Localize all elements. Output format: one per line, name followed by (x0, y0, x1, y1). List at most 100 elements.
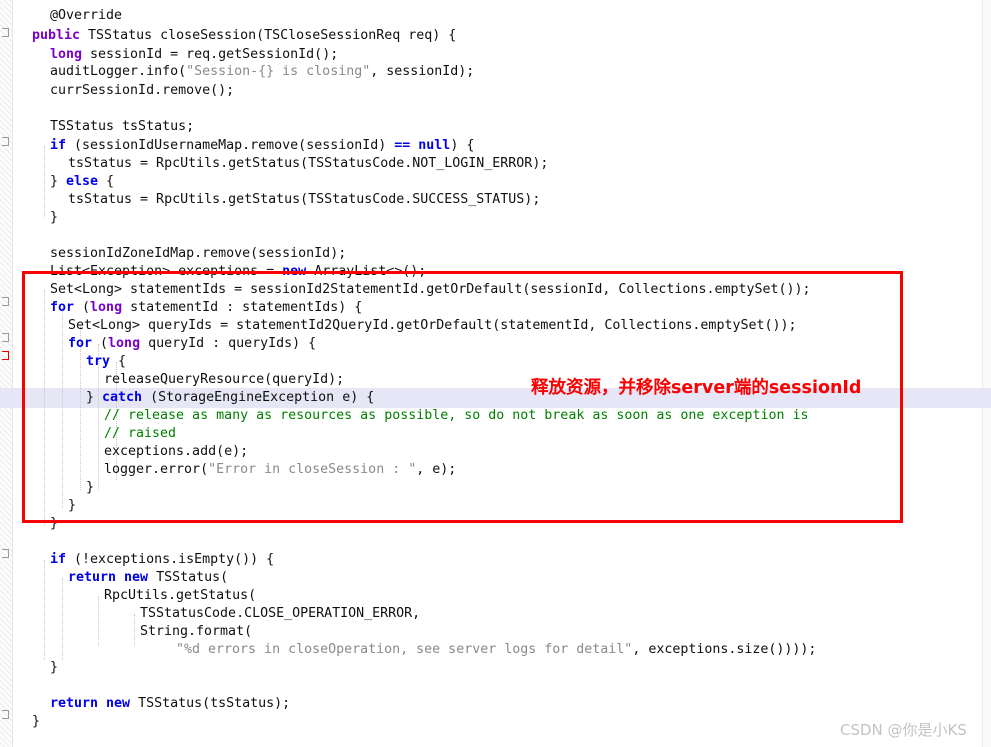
code-token: // release as many as resources as possi… (104, 408, 809, 423)
code-token: statementId : statementIds) { (130, 300, 363, 315)
code-token: long (108, 336, 149, 351)
annotation-label: 释放资源，并移除server端的sessionId (531, 378, 862, 398)
code-token: (!exceptions.isEmpty()) { (74, 552, 275, 567)
code-token: TSStatus(tsStatus); (138, 696, 291, 711)
code-token: try (86, 354, 119, 369)
code-token: Set<Long> statementIds = sessionId2State… (50, 282, 811, 297)
code-token: String.format( (140, 624, 253, 639)
code-line[interactable]: return new TSStatus( (68, 568, 228, 588)
code-token: (StorageEngineException e) { (150, 390, 375, 405)
code-token: Set<Long> queryIds = statementId2QueryId… (68, 318, 797, 333)
code-token: } (32, 714, 41, 729)
code-token: } (50, 660, 59, 675)
code-line[interactable]: } (86, 478, 94, 498)
fold-marker-icon[interactable] (2, 333, 9, 342)
code-line[interactable]: } (50, 658, 58, 678)
fold-marker-icon[interactable] (2, 137, 9, 146)
fold-marker-icon[interactable] (2, 710, 9, 719)
code-token: TSStatusCode.CLOSE_OPERATION_ERROR, (140, 606, 421, 621)
code-line[interactable]: // raised (104, 424, 176, 444)
code-token: long (90, 300, 131, 315)
code-token: return new (50, 696, 139, 711)
code-line[interactable]: for (long queryId : queryIds) { (68, 334, 316, 354)
fold-marker-icon[interactable] (2, 351, 9, 360)
code-token: new (282, 264, 315, 279)
code-line[interactable]: RpcUtils.getStatus( (104, 586, 256, 606)
editor-gutter[interactable] (0, 0, 13, 747)
code-line[interactable]: sessionIdZoneIdMap.remove(sessionId); (50, 244, 346, 264)
code-line[interactable]: Set<Long> statementIds = sessionId2State… (50, 280, 811, 300)
code-token: (sessionIdUsernameMap.remove(sessionId) (74, 138, 395, 153)
code-token: RpcUtils.getStatus( (104, 588, 257, 603)
code-token: for (68, 336, 101, 351)
code-line[interactable]: List<Exception> exceptions = new ArrayLi… (50, 262, 426, 282)
code-token: ArrayList<>(); (314, 264, 427, 279)
code-token: logger.error( (104, 462, 209, 477)
code-line[interactable]: } catch (StorageEngineException e) { (86, 388, 374, 408)
code-line[interactable]: logger.error("Error in closeSession : ",… (104, 460, 456, 480)
code-token: long (50, 47, 91, 62)
code-token: public (32, 28, 89, 43)
code-token: } (86, 480, 95, 495)
code-line[interactable]: tsStatus = RpcUtils.getStatus(TSStatusCo… (68, 190, 540, 210)
code-token: @Override (50, 8, 123, 23)
watermark-label: CSDN @你是小KS (840, 721, 967, 739)
code-token: } (50, 516, 59, 531)
code-token: tsStatus = RpcUtils.getStatus(TSStatusCo… (68, 156, 549, 171)
code-token: auditLogger.info( (50, 64, 187, 79)
code-token: if (50, 138, 75, 153)
code-token: if (50, 552, 75, 567)
code-line[interactable]: String.format( (140, 622, 252, 642)
code-token: sessionIdZoneIdMap.remove(sessionId); (50, 246, 347, 261)
code-line[interactable]: } (50, 208, 58, 228)
code-token: tsStatus = RpcUtils.getStatus(TSStatusCo… (68, 192, 541, 207)
code-line[interactable]: return new TSStatus(tsStatus); (50, 694, 290, 714)
code-token: ( (82, 300, 91, 315)
code-line[interactable]: } else { (50, 172, 114, 192)
code-token: catch (102, 390, 151, 405)
code-token: return new (68, 570, 157, 585)
code-editor[interactable]: @Override public TSStatus closeSession(TS… (0, 0, 991, 747)
code-line[interactable]: TSStatus tsStatus; (50, 117, 194, 137)
code-line[interactable]: if (sessionIdUsernameMap.remove(sessionI… (50, 136, 474, 156)
code-token: else (66, 174, 107, 189)
code-token: List<Exception> exceptions = (50, 264, 283, 279)
code-line[interactable]: public TSStatus closeSession(TSCloseSess… (32, 26, 456, 46)
code-line[interactable]: } (68, 496, 76, 516)
code-token: ( (100, 336, 109, 351)
code-line[interactable]: releaseQueryResource(queryId); (104, 370, 344, 390)
code-line[interactable]: } (50, 514, 58, 534)
code-text[interactable]: @Override public TSStatus closeSession(TS… (14, 0, 991, 747)
code-line[interactable]: auditLogger.info("Session-{} is closing"… (50, 62, 474, 82)
code-token: "Session-{} is closing" (186, 64, 371, 79)
code-token: } (68, 498, 77, 513)
code-token: TSStatus closeSession(TSCloseSessionReq … (88, 28, 457, 43)
code-token: == (394, 138, 419, 153)
code-token: for (50, 300, 83, 315)
code-line[interactable]: currSessionId.remove(); (50, 81, 234, 101)
code-token: { (118, 354, 127, 369)
code-line[interactable]: try { (86, 352, 126, 372)
code-token: { (106, 174, 115, 189)
code-line[interactable]: TSStatusCode.CLOSE_OPERATION_ERROR, (140, 604, 420, 624)
fold-marker-icon[interactable] (2, 297, 9, 306)
code-line[interactable]: tsStatus = RpcUtils.getStatus(TSStatusCo… (68, 154, 548, 174)
code-token: TSStatus( (156, 570, 229, 585)
code-line[interactable]: exceptions.add(e); (104, 442, 248, 462)
code-token: releaseQueryResource(queryId); (104, 372, 345, 387)
code-token: } (50, 210, 59, 225)
code-line[interactable]: for (long statementId : statementIds) { (50, 298, 362, 318)
code-line[interactable]: @Override (50, 6, 122, 26)
code-token: "Error in closeSession : " (208, 462, 417, 477)
code-line[interactable]: "%d errors in closeOperation, see server… (176, 640, 816, 660)
fold-marker-icon[interactable] (2, 28, 9, 37)
code-line[interactable]: } (32, 712, 40, 732)
code-token: } (86, 390, 103, 405)
code-line[interactable]: Set<Long> queryIds = statementId2QueryId… (68, 316, 797, 336)
code-token: ) { (450, 138, 475, 153)
code-token: , e); (416, 462, 457, 477)
code-line[interactable]: if (!exceptions.isEmpty()) { (50, 550, 274, 570)
code-line[interactable]: // release as many as resources as possi… (104, 406, 808, 426)
fold-marker-icon[interactable] (2, 549, 9, 558)
code-token: "%d errors in closeOperation, see server… (176, 642, 633, 657)
